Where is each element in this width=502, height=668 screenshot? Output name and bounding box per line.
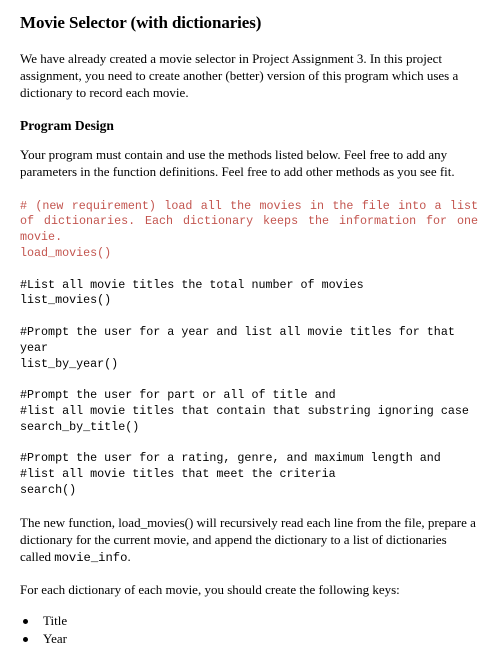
design-paragraph: Your program must contain and use the me… <box>20 146 455 179</box>
code-block-list-movies-comment: #List all movie titles the total number … <box>20 277 364 292</box>
code-block-list-by-year-call: list_by_year() <box>20 356 119 371</box>
code-gap <box>20 262 478 278</box>
list-item-label: Title <box>43 613 68 629</box>
code-block-search-call: search() <box>20 482 77 497</box>
code-block-load-movies-call: load_movies() <box>20 245 112 260</box>
code-block-search-by-title-comment: #Prompt the user for part or all of titl… <box>20 388 469 418</box>
code-gap <box>20 309 478 325</box>
code-gap <box>20 435 478 451</box>
inline-code-movie-info: movie_info <box>54 551 128 566</box>
section-heading-program-design: Program Design <box>20 117 114 133</box>
code-block-load-movies-comment: # (new requirement) load all the movies … <box>20 198 486 245</box>
code-block-list-by-year-comment: #Prompt the user for a year and list all… <box>20 324 462 355</box>
closing-paragraph-text-end: . <box>127 549 131 565</box>
intro-paragraph: We have already created a movie selector… <box>20 50 459 100</box>
code-block-search-comment: #Prompt the user for a rating, genre, an… <box>20 451 441 482</box>
list-item: Title <box>20 612 478 630</box>
code-block-search-by-title-call: search_by_title() <box>20 419 140 434</box>
keys-intro-paragraph: For each dictionary of each movie, you s… <box>20 582 400 598</box>
closing-paragraph: The new function, load_movies() will rec… <box>20 514 478 567</box>
page-title: Movie Selector (with dictionaries) <box>20 13 262 32</box>
code-gap <box>20 372 478 388</box>
code-gap <box>20 499 478 515</box>
document-page: Movie Selector (with dictionaries) We ha… <box>0 0 502 648</box>
key-list: Title Year <box>20 612 478 648</box>
code-block-list-movies-call: list_movies() <box>20 293 112 308</box>
list-item: Year <box>20 630 478 648</box>
list-item-label: Year <box>43 631 67 647</box>
